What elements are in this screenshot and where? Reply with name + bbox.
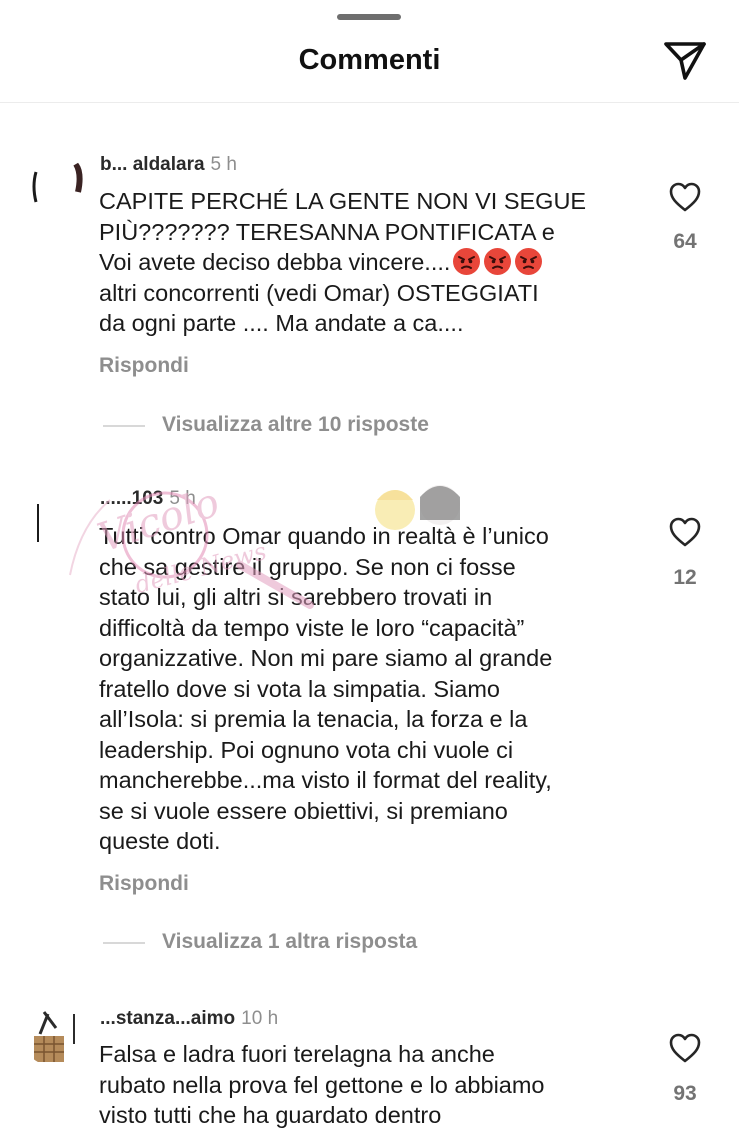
- comment-line: se si vuole essere obiettivi, si premian…: [99, 797, 508, 824]
- comment-line: CAPITE PERCHÉ LA GENTE NON VI SEGUE: [99, 188, 587, 214]
- comment-time: 10 h: [241, 1008, 279, 1029]
- comment-line: leadership. Poi ognuno vota chi vuole ci: [99, 736, 514, 763]
- comment-line: organizzative. Non mi pare siamo al gran…: [99, 645, 553, 671]
- heart-icon[interactable]: [668, 516, 702, 548]
- comment-time: 5 h: [210, 154, 237, 175]
- comment-username[interactable]: ......103: [100, 488, 163, 509]
- reply-button[interactable]: Rispondi: [99, 354, 189, 378]
- comment-line: difficoltà da tempo viste le loro “capac…: [99, 614, 525, 641]
- comment-text: Falsa e ladra fuori terelagna ha anche r…: [99, 1039, 647, 1131]
- comment-line: Falsa e ladra fuori terelagna ha anche: [99, 1041, 495, 1067]
- comment-line: Tutti contro Omar quando in realtà è l’u…: [99, 523, 549, 549]
- reply-button[interactable]: Rispondi: [99, 872, 189, 896]
- like-count: 64: [673, 230, 697, 253]
- comment-line: Voi avete deciso debba vincere....: [99, 249, 451, 275]
- replies-divider: [103, 425, 145, 427]
- comment-line: da ogni parte .... Ma andate a ca....: [99, 310, 464, 336]
- page-title: Commenti: [298, 44, 441, 76]
- drag-handle[interactable]: [337, 14, 401, 20]
- angry-face-emoji: [514, 247, 543, 276]
- view-more-replies-button[interactable]: Visualizza 1 altra risposta: [162, 930, 417, 954]
- comment-line: stato lui, gli altri si sarebbero trovat…: [99, 584, 493, 610]
- comment-line-with-emoji: Voi avete deciso debba vincere....: [99, 247, 647, 278]
- comment-meta: ...stanza...aimo 10 h: [100, 1008, 278, 1030]
- comment-text: Tutti contro Omar quando in realtà è l’u…: [99, 521, 647, 857]
- comment-line: che sa gestire il gruppo. Se non ci foss…: [99, 553, 516, 580]
- comment-line: PIÙ??????? TERESANNA PONTIFICATA e: [99, 218, 555, 245]
- comment-username[interactable]: ...stanza...aimo: [100, 1008, 235, 1029]
- send-icon[interactable]: [662, 40, 708, 82]
- comment-meta: ......103 5 h: [100, 488, 196, 510]
- view-more-replies-button[interactable]: Visualizza altre 10 risposte: [162, 413, 429, 437]
- comment-line: fratello dove si vota la simpatia. Siamo: [99, 675, 500, 702]
- comment-line: mancherebbe...ma visto il format del rea…: [99, 767, 552, 793]
- avatar[interactable]: [22, 150, 84, 212]
- angry-face-emoji: [452, 247, 481, 276]
- comment-line: visto tutti che ha guardato dentro: [99, 1102, 442, 1128]
- replies-divider: [103, 942, 145, 944]
- comment-meta: b... aldalara 5 h: [100, 154, 237, 176]
- comment-line: altri concorrenti (vedi Omar) OSTEGGIATI: [99, 279, 539, 306]
- like-count: 12: [673, 566, 697, 589]
- avatar[interactable]: [22, 486, 84, 548]
- heart-icon[interactable]: [668, 181, 702, 213]
- avatar[interactable]: [22, 1004, 84, 1066]
- heart-icon[interactable]: [668, 1032, 702, 1064]
- like-count: 93: [673, 1082, 697, 1105]
- comment-line: queste doti.: [99, 828, 221, 854]
- comment-line: all’Isola: si premia la tenacia, la forz…: [99, 706, 528, 732]
- comment-line: rubato nella prova fel gettone e lo abbi…: [99, 1071, 545, 1098]
- comment-username[interactable]: b... aldalara: [100, 154, 205, 175]
- comments-sheet: Commenti b... aldalara 5 h CAPITE PERCHÉ …: [0, 0, 739, 1133]
- comment-time: 5 h: [169, 488, 196, 509]
- comment-text: CAPITE PERCHÉ LA GENTE NON VI SEGUE PIÙ?…: [99, 186, 647, 339]
- header-divider: [0, 102, 739, 103]
- angry-face-emoji: [483, 247, 512, 276]
